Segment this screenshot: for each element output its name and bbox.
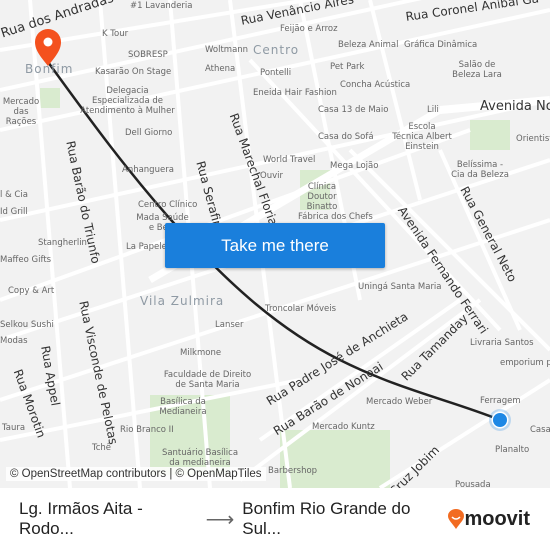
place-label: Maffeo Gifts (0, 255, 52, 265)
place-label: Troncolar Móveis (265, 304, 337, 314)
place-label: Casa 13 de Maio (318, 105, 389, 115)
place-label: Mercado Kuntz (312, 422, 375, 432)
place-label: Casa do Sofá (318, 132, 374, 142)
place-label: Pousada (455, 480, 491, 488)
moovit-logo: moovit (448, 508, 530, 531)
neighborhood-label: Bonfim (25, 62, 74, 76)
place-label: Rio Branco II (120, 425, 174, 435)
place-label: Concha Acústica (340, 80, 411, 90)
place-label: Mega Lojão (330, 161, 379, 171)
place-label: Centro Clínico (138, 200, 198, 210)
neighborhood-label: Centro (253, 43, 300, 57)
destination-pin-icon (35, 29, 61, 66)
destination-name: Bonfim Rio Grande do Sul... (242, 499, 411, 538)
place-label: Kasarão On Stage (95, 67, 172, 77)
place-label: Lili (427, 105, 439, 115)
place-label: Stangherlin (38, 238, 87, 248)
map-attribution[interactable]: © OpenStreetMap contributors | © OpenMap… (6, 467, 266, 481)
place-label: Faculdade de Direito de Santa Maria (163, 370, 252, 390)
place-label: Casa (530, 425, 550, 435)
place-label: Lanser (215, 320, 244, 330)
place-label: K Tour (102, 29, 129, 39)
place-label: Ouvir (260, 171, 283, 181)
place-label: Mercado Weber (366, 397, 433, 407)
place-label: Escola Técnica Albert Einstein (392, 122, 452, 152)
place-label: Feijão e Arroz (280, 24, 338, 34)
place-label: l & Cia (0, 190, 28, 200)
place-label: Santuário Basílica da medianeira (161, 448, 239, 468)
place-label: Selkou Sushi (0, 320, 54, 330)
place-label: Pontelli (260, 68, 292, 78)
place-label: Delegacia Especializada de Atendimento à… (80, 86, 175, 116)
place-label: Id Grill (0, 207, 28, 217)
street-label: Avenida Nos (480, 99, 550, 114)
place-label: Milkmone (180, 348, 222, 358)
neighborhood-label: Vila Zulmira (140, 294, 225, 308)
place-label: Beleza Animal (338, 40, 399, 50)
moovit-pin-icon (448, 509, 465, 529)
place-label: Athena (205, 64, 236, 74)
place-label: Modas (0, 336, 28, 346)
place-label: Anhanguera (122, 165, 174, 175)
place-label: Clínica Doutor Binatto (306, 182, 338, 212)
place-label: Barbershop (268, 466, 318, 476)
place-label: Copy & Art (8, 286, 55, 296)
place-label: emporium pa (500, 358, 550, 368)
place-label: Eneida Hair Fashion (253, 88, 337, 98)
place-label: World Travel (263, 155, 316, 165)
origin-stop-name: Lg. Irmãos Aita - Rodo... (19, 499, 143, 538)
origin-dot-icon (489, 409, 511, 431)
place-label: Ferragem (480, 396, 521, 406)
place-label: Belíssima - Cia da Beleza (451, 160, 509, 180)
place-label: Woltmann (205, 45, 249, 55)
place-label: Livraria Santos (470, 338, 534, 348)
place-label: Pet Park (330, 62, 365, 72)
place-label: Orientist (516, 134, 550, 144)
place-label: Basílica da Medianeira (159, 397, 207, 417)
place-label: Tchê (92, 443, 112, 453)
place-label: Dell Giorno (125, 128, 173, 138)
place-label: Mercado das Rações (2, 97, 40, 127)
place-label: Uningá Santa Maria (358, 282, 442, 292)
route-footer: Lg. Irmãos Aita - Rodo... ⟶ Bonfim Rio G… (0, 488, 550, 550)
map[interactable]: Rua dos Andradas Rua Venâncio Aires Rua … (0, 0, 550, 488)
moovit-wordmark: moovit (464, 507, 530, 530)
place-label: Taura (2, 423, 26, 433)
place-label: Planalto (495, 445, 530, 455)
place-label: Salão de Beleza Lara (452, 60, 502, 80)
place-label: SOBRESP (128, 50, 168, 60)
arrow-right-icon: ⟶ (205, 508, 235, 531)
place-label: Gráfica Dinâmica (404, 40, 478, 50)
place-label: Fábrica dos Chefs (298, 212, 373, 222)
place-label: #1 Lavanderia (130, 1, 193, 11)
take-me-there-button[interactable]: Take me there (165, 223, 385, 268)
